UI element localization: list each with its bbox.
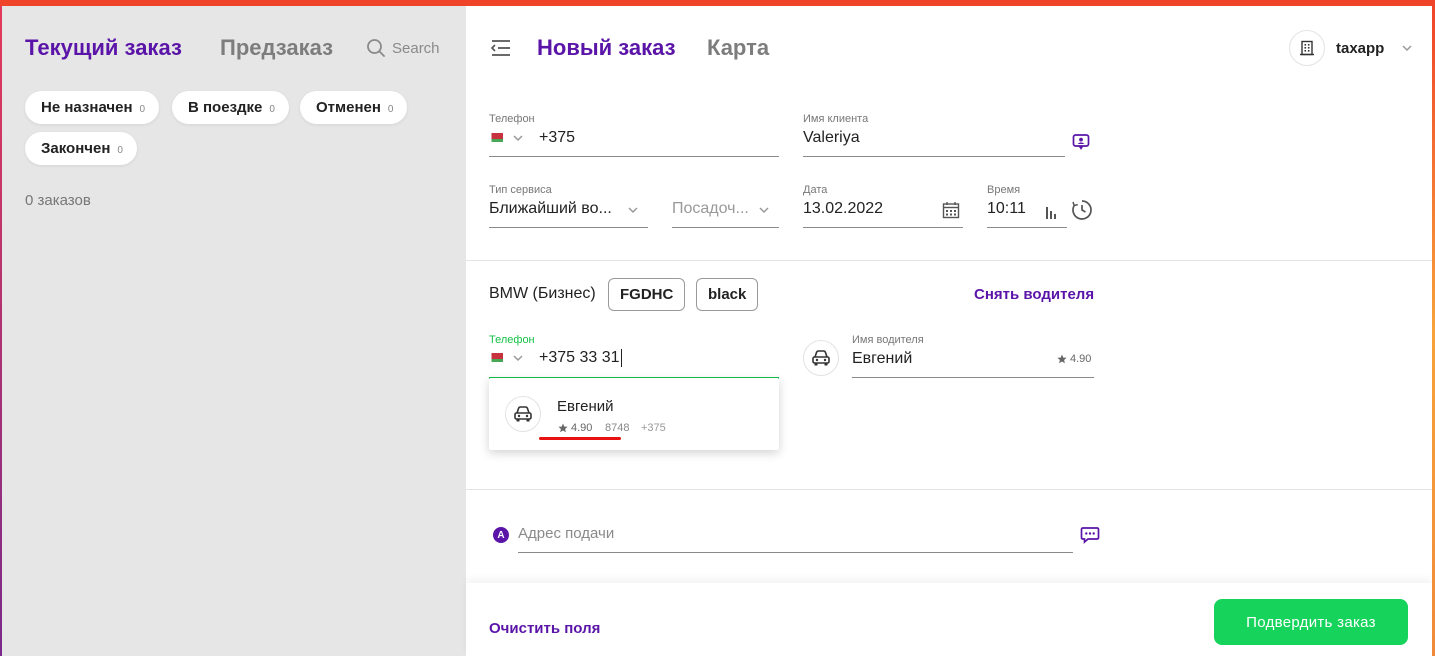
account-name[interactable]: taxapp <box>1336 40 1384 57</box>
driver-phone-input[interactable]: +375 33 31 <box>539 349 622 367</box>
building-icon <box>1300 40 1314 56</box>
clock-history-icon[interactable] <box>1071 199 1093 221</box>
confirm-order-button[interactable]: Подвердить заказ <box>1214 599 1408 645</box>
search-box[interactable]: Search <box>366 38 440 58</box>
car-icon <box>812 350 830 366</box>
service-type-select[interactable]: Ближайший во... <box>489 200 615 218</box>
tab-map[interactable]: Карта <box>707 35 769 61</box>
suggestion-name: Евгений <box>557 398 614 415</box>
car-color-badge: black <box>696 278 759 311</box>
field-underline <box>489 227 648 228</box>
filter-label: Закончен <box>41 140 111 157</box>
filter-count: 0 <box>117 145 123 156</box>
tab-preorder[interactable]: Предзаказ <box>220 35 333 61</box>
car-model: BMW (Бизнес) <box>489 285 596 302</box>
driver-name-label: Имя водителя <box>852 334 924 346</box>
field-underline <box>987 227 1067 228</box>
driver-name-input[interactable]: Евгений <box>852 350 912 368</box>
date-label: Дата <box>803 184 828 196</box>
suggestion-item[interactable]: Евгений 4.90 8748 +375 <box>489 378 779 450</box>
chevron-down-icon[interactable] <box>627 204 639 216</box>
orders-count: 0 заказов <box>25 192 91 209</box>
rating-value: 4.90 <box>1070 353 1092 365</box>
filter-label: В поездке <box>188 99 263 116</box>
client-name-label: Имя клиента <box>803 113 869 125</box>
menu-collapse-icon[interactable] <box>490 38 512 58</box>
car-plate-badge: FGDHC <box>608 278 686 311</box>
filter-in-trip[interactable]: В поездке 0 <box>172 91 289 124</box>
field-underline <box>803 156 1065 157</box>
calendar-icon[interactable] <box>942 201 960 219</box>
suggestion-car-avatar <box>505 396 541 432</box>
filter-label: Отменен <box>316 99 381 116</box>
star-icon <box>1057 354 1067 364</box>
time-input[interactable]: 10:11 <box>987 200 1026 218</box>
driver-rating: 4.90 <box>1057 353 1091 365</box>
section-divider <box>466 260 1432 261</box>
chevron-down-icon[interactable] <box>512 352 524 364</box>
client-name-input[interactable]: Valeriya <box>803 129 860 147</box>
driver-phone-label: Телефон <box>489 334 535 346</box>
clear-fields-button[interactable]: Очистить поля <box>489 620 600 637</box>
filter-count: 0 <box>139 104 146 115</box>
driver-car-avatar <box>803 340 839 376</box>
chevron-down-icon[interactable] <box>512 132 524 144</box>
suggestion-phone: +375 <box>641 422 666 434</box>
field-underline <box>672 227 779 228</box>
boarding-select[interactable]: Посадоч... <box>672 200 749 218</box>
filter-count: 0 <box>387 104 394 115</box>
time-label: Время <box>987 184 1021 196</box>
contact-card-icon[interactable] <box>1072 133 1090 151</box>
filter-cancelled[interactable]: Отменен 0 <box>300 91 408 124</box>
highlight-underline <box>539 437 621 440</box>
filter-unassigned[interactable]: Не назначен 0 <box>25 91 160 124</box>
chevron-down-icon[interactable] <box>1401 42 1413 54</box>
left-accent-edge <box>0 6 2 656</box>
search-icon <box>367 39 385 57</box>
tab-new-order[interactable]: Новый заказ <box>537 35 676 61</box>
driver-suggestion-dropdown: Евгений 4.90 8748 +375 <box>489 378 779 450</box>
client-phone-label: Телефон <box>489 113 535 125</box>
remove-driver-button[interactable]: Снять водителя <box>974 286 1094 303</box>
field-underline <box>852 377 1094 378</box>
service-type-label: Тип сервиса <box>489 184 552 196</box>
suggestion-rating: 4.90 <box>558 422 592 434</box>
order-footer: Очистить поля Подвердить заказ <box>466 583 1432 656</box>
client-phone-input[interactable]: +375 <box>539 129 575 147</box>
car-icon <box>514 406 532 422</box>
filter-count: 0 <box>269 104 275 115</box>
chevron-down-icon[interactable] <box>758 204 770 216</box>
section-divider <box>466 489 1432 490</box>
rating-value: 4.90 <box>571 422 593 434</box>
belarus-flag-icon[interactable] <box>489 133 503 142</box>
pickup-address-input[interactable]: Адрес подачи <box>518 525 614 542</box>
filter-finished[interactable]: Закончен 0 <box>25 132 137 165</box>
address-marker-icon: A <box>493 527 509 543</box>
tab-current-order[interactable]: Текущий заказ <box>25 35 182 61</box>
time-picker-icon[interactable] <box>1045 206 1057 220</box>
orders-sidebar: Текущий заказ Предзаказ Search Не назнач… <box>2 6 466 656</box>
new-order-panel: Новый заказ Карта taxapp Телефон +375 Им… <box>466 6 1432 656</box>
search-placeholder: Search <box>392 39 440 57</box>
star-icon <box>558 423 568 433</box>
field-underline <box>803 227 963 228</box>
filter-label: Не назначен <box>41 99 133 116</box>
account-button[interactable] <box>1289 30 1325 66</box>
date-input[interactable]: 13.02.2022 <box>803 200 883 218</box>
field-underline <box>518 552 1073 553</box>
suggestion-code: 8748 <box>605 422 630 434</box>
belarus-flag-icon[interactable] <box>489 353 503 362</box>
chat-icon[interactable] <box>1080 525 1100 545</box>
field-underline <box>489 156 779 157</box>
